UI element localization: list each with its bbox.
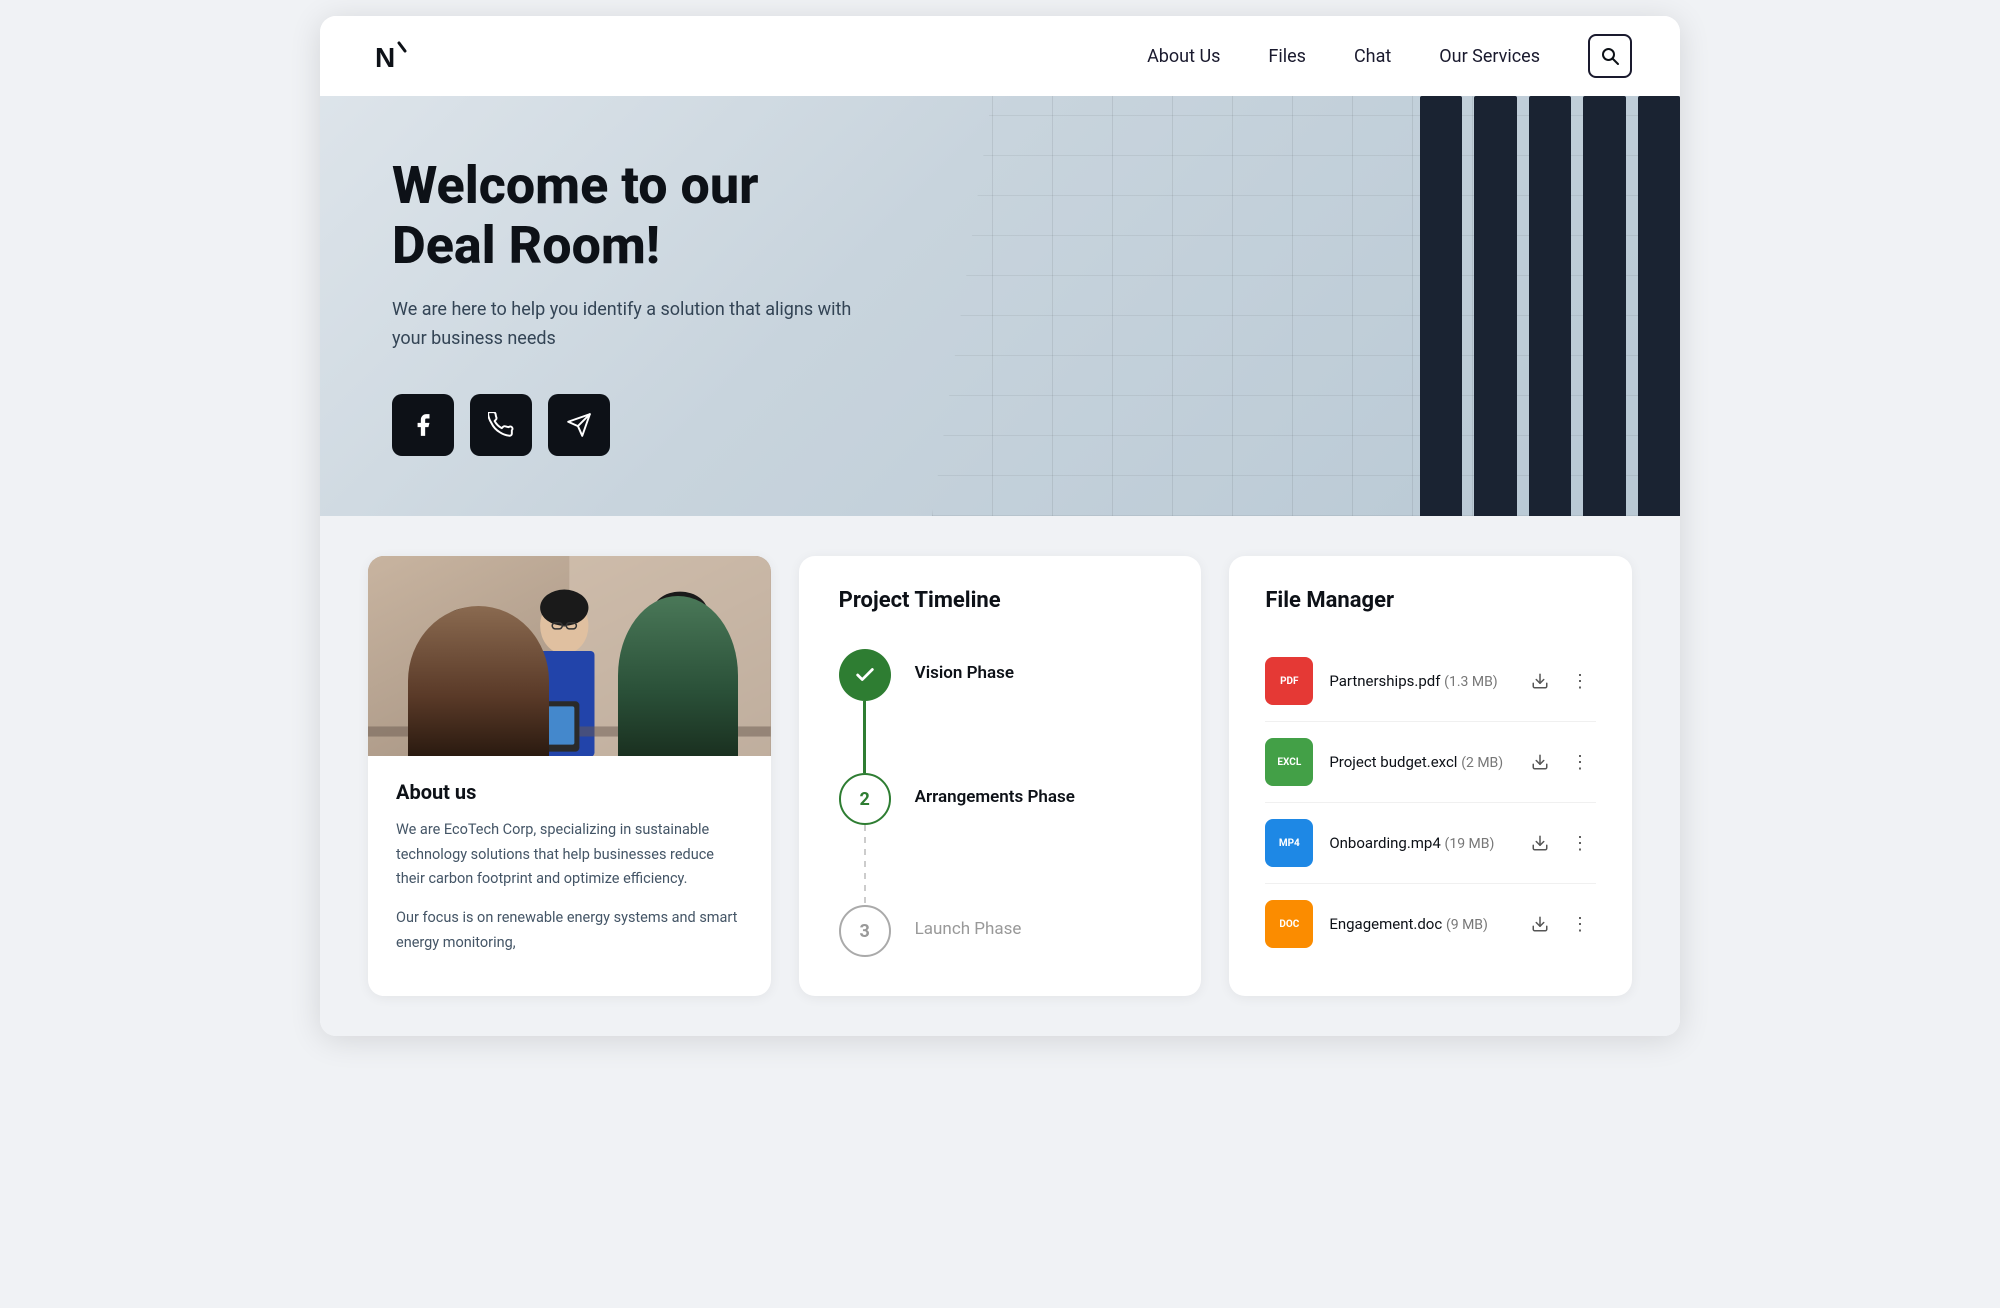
content-section: About us We are EcoTech Corp, specializi… — [320, 516, 1680, 1036]
download-button-partnerships[interactable] — [1524, 665, 1556, 697]
hero-title: Welcome to our Deal Room! — [392, 156, 868, 276]
search-icon — [1600, 46, 1620, 66]
download-icon — [1531, 834, 1549, 852]
file-badge-doc: DOC — [1265, 900, 1313, 948]
more-button-onboarding[interactable]: ⋮ — [1564, 827, 1596, 859]
about-body: About us We are EcoTech Corp, specializi… — [368, 756, 771, 983]
file-manager-title: File Manager — [1265, 588, 1596, 613]
about-text-1: We are EcoTech Corp, specializing in sus… — [396, 818, 743, 892]
whatsapp-icon — [488, 412, 514, 438]
nav-link-our-services[interactable]: Our Services — [1439, 46, 1540, 67]
file-item-partnerships: PDF Partnerships.pdf (1.3 MB) ⋮ — [1265, 641, 1596, 722]
timeline-label-arrangements: Arrangements Phase — [915, 773, 1075, 807]
hero-bar-5 — [1638, 96, 1680, 516]
more-button-budget[interactable]: ⋮ — [1564, 746, 1596, 778]
about-card-title: About us — [396, 780, 743, 804]
logo-mark: N — [368, 34, 412, 78]
file-item-onboarding: MP4 Onboarding.mp4 (19 MB) ⋮ — [1265, 803, 1596, 884]
navbar: N About Us Files Chat Our Services — [320, 16, 1680, 96]
timeline-card: Project Timeline Vision Phase — [799, 556, 1202, 996]
hero-bar-2 — [1474, 96, 1516, 516]
about-image — [368, 556, 771, 756]
hero-section: Welcome to our Deal Room! We are here to… — [320, 96, 1680, 516]
download-icon — [1531, 915, 1549, 933]
nav-link-files[interactable]: Files — [1268, 46, 1306, 67]
timeline-connector-2: 2 — [839, 773, 891, 905]
about-image-visual — [368, 556, 771, 756]
timeline-node-arrangements: 2 — [839, 773, 891, 825]
timeline-card-title: Project Timeline — [839, 588, 1162, 613]
file-actions-partnerships: ⋮ — [1524, 665, 1596, 697]
file-list: PDF Partnerships.pdf (1.3 MB) ⋮ — [1265, 641, 1596, 964]
download-button-onboarding[interactable] — [1524, 827, 1556, 859]
download-icon — [1531, 672, 1549, 690]
hero-social-buttons — [392, 394, 868, 456]
facebook-button[interactable] — [392, 394, 454, 456]
timeline-item-vision: Vision Phase — [839, 649, 1162, 773]
timeline-connector-1 — [839, 649, 891, 773]
timeline: Vision Phase 2 Arrangements Phase 3 Laun… — [839, 649, 1162, 957]
whatsapp-button[interactable] — [470, 394, 532, 456]
more-button-partnerships[interactable]: ⋮ — [1564, 665, 1596, 697]
file-name-partnerships: Partnerships.pdf (1.3 MB) — [1329, 672, 1508, 690]
file-actions-engagement: ⋮ — [1524, 908, 1596, 940]
file-badge-pdf: PDF — [1265, 657, 1313, 705]
download-button-engagement[interactable] — [1524, 908, 1556, 940]
file-name-budget: Project budget.excl (2 MB) — [1329, 753, 1508, 771]
file-badge-mp4: MP4 — [1265, 819, 1313, 867]
page-wrapper: N About Us Files Chat Our Services — [320, 16, 1680, 1036]
timeline-label-launch: Launch Phase — [915, 905, 1022, 939]
hero-bar-4 — [1583, 96, 1625, 516]
file-name-engagement: Engagement.doc (9 MB) — [1329, 915, 1508, 933]
file-name-onboarding: Onboarding.mp4 (19 MB) — [1329, 834, 1508, 852]
file-actions-budget: ⋮ — [1524, 746, 1596, 778]
hero-bar-3 — [1529, 96, 1571, 516]
facebook-icon — [410, 412, 436, 438]
svg-text:N: N — [375, 42, 395, 73]
timeline-node-launch: 3 — [839, 905, 891, 957]
hero-subtitle: We are here to help you identify a solut… — [392, 296, 868, 354]
hero-bars — [1400, 96, 1680, 516]
file-item-budget: EXCL Project budget.excl (2 MB) ⋮ — [1265, 722, 1596, 803]
hero-bar-1 — [1420, 96, 1462, 516]
timeline-item-launch: 3 Launch Phase — [839, 905, 1162, 957]
more-button-engagement[interactable]: ⋮ — [1564, 908, 1596, 940]
nav-link-about-us[interactable]: About Us — [1147, 46, 1220, 67]
hero-content: Welcome to our Deal Room! We are here to… — [320, 156, 940, 455]
telegram-icon — [566, 412, 592, 438]
timeline-connector-3: 3 — [839, 905, 891, 957]
file-badge-excl: EXCL — [1265, 738, 1313, 786]
search-button[interactable] — [1588, 34, 1632, 78]
file-manager-card: File Manager PDF Partnerships.pdf (1.3 M… — [1229, 556, 1632, 996]
telegram-button[interactable] — [548, 394, 610, 456]
timeline-line-1 — [863, 701, 866, 773]
timeline-node-vision — [839, 649, 891, 701]
team-photo-svg — [368, 556, 771, 756]
nav-links: About Us Files Chat Our Services — [1147, 46, 1540, 67]
logo[interactable]: N — [368, 34, 412, 78]
file-item-engagement: DOC Engagement.doc (9 MB) ⋮ — [1265, 884, 1596, 964]
timeline-item-arrangements: 2 Arrangements Phase — [839, 773, 1162, 905]
nav-link-chat[interactable]: Chat — [1354, 46, 1391, 67]
timeline-line-2 — [864, 825, 866, 905]
timeline-label-vision: Vision Phase — [915, 649, 1014, 683]
about-text-2: Our focus is on renewable energy systems… — [396, 906, 743, 955]
download-button-budget[interactable] — [1524, 746, 1556, 778]
file-actions-onboarding: ⋮ — [1524, 827, 1596, 859]
download-icon — [1531, 753, 1549, 771]
about-card: About us We are EcoTech Corp, specializi… — [368, 556, 771, 996]
